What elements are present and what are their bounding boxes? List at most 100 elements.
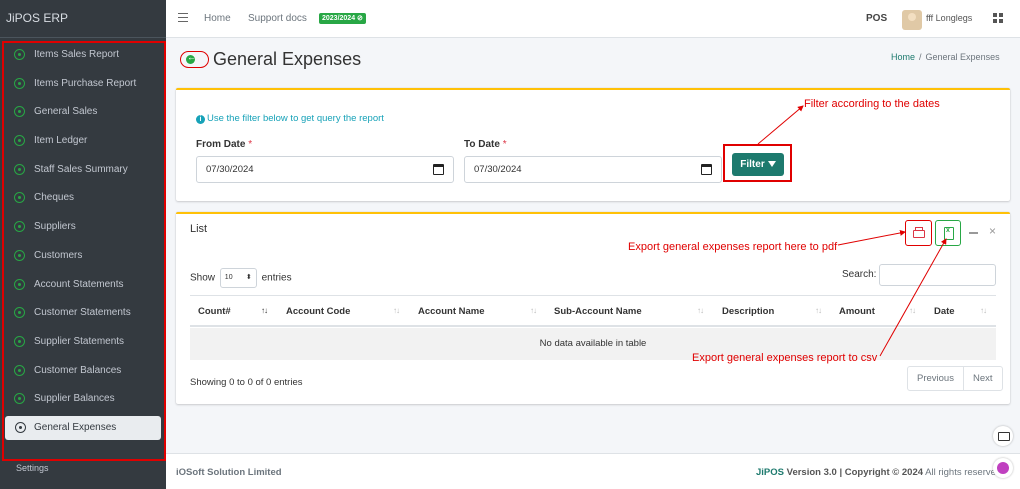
sidebar-item-label: Staff Sales Summary <box>34 164 128 175</box>
entries-select[interactable]: 10 ⬍ <box>219 268 257 288</box>
table-header: Count# ↑↓ Account Code ↑↓ Account Name ↑… <box>190 295 996 327</box>
export-csv-button[interactable] <box>935 220 961 246</box>
search-input[interactable] <box>879 264 996 286</box>
pdf-annotation: Export general expenses report here to p… <box>628 241 838 253</box>
entries-value: 10 <box>224 274 233 281</box>
entries-label: entries <box>261 272 292 284</box>
sidebar-item-customer-balances[interactable]: Customer Balances <box>8 360 158 382</box>
sidebar-item-cheques[interactable]: Cheques <box>8 187 158 209</box>
circle-icon <box>15 422 26 433</box>
column-header-account-name[interactable]: Account Name <box>418 306 485 317</box>
sidebar-item-label: Customer Balances <box>34 365 122 376</box>
filter-info: i Use the filter below to get query the r… <box>196 113 384 124</box>
column-header-description[interactable]: Description <box>722 306 774 317</box>
column-header-count[interactable]: Count# <box>198 306 231 317</box>
pagination-next[interactable]: Next <box>962 367 1002 390</box>
funnel-icon <box>767 161 776 168</box>
sort-icon[interactable]: ↑↓ <box>393 306 400 315</box>
minimize-icon[interactable] <box>969 232 978 234</box>
footer: iOSoft Solution Limited JiPOS Version 3.… <box>166 453 1020 489</box>
circle-icon <box>14 221 25 232</box>
calendar-icon[interactable] <box>701 164 712 175</box>
column-header-amount[interactable]: Amount <box>839 306 875 317</box>
circle-icon <box>14 192 25 203</box>
column-header-account-code[interactable]: Account Code <box>286 306 350 317</box>
to-date-value: 07/30/2024 <box>474 164 522 175</box>
sort-icon[interactable]: ↑↓ <box>815 306 822 315</box>
book-icon[interactable] <box>993 426 1013 446</box>
sidebar-item-label: General Sales <box>34 106 98 117</box>
circle-icon <box>14 135 25 146</box>
breadcrumb-separator: / <box>919 52 922 62</box>
from-date-label: From Date * <box>196 139 252 150</box>
circle-icon <box>14 250 25 261</box>
sidebar-item-label: Account Statements <box>34 279 124 290</box>
circle-icon <box>14 336 25 347</box>
avatar[interactable] <box>902 10 922 30</box>
footer-brand[interactable]: JiPOS <box>756 467 784 478</box>
sidebar-item-general-sales[interactable]: General Sales <box>8 101 158 123</box>
sidebar-item-label: Supplier Balances <box>34 393 115 404</box>
sort-icon[interactable]: ↑↓ <box>980 306 987 315</box>
sidebar-item-label: Customer Statements <box>34 307 131 318</box>
required-mark: * <box>248 139 253 150</box>
pagination-previous[interactable]: Previous <box>908 367 963 390</box>
sidebar-item-items-sales-report[interactable]: Items Sales Report <box>8 44 158 66</box>
footer-version: Version 3.0 <box>786 467 837 478</box>
sidebar-item-label: Suppliers <box>34 221 76 232</box>
nav-home-link[interactable]: Home <box>204 13 231 24</box>
to-date-input[interactable]: 07/30/2024 <box>464 156 722 183</box>
to-date-label: To Date * <box>464 139 507 150</box>
list-card: List × Show 10 ⬍ entries Search: Count# ↑… <box>176 212 1010 404</box>
footer-copyright: JiPOS Version 3.0 | Copyright © 2024 All… <box>756 467 1004 478</box>
sidebar-item-items-purchase-report[interactable]: Items Purchase Report <box>8 73 158 95</box>
column-header-sub-account-name[interactable]: Sub-Account Name <box>554 306 642 317</box>
from-date-input[interactable]: 07/30/2024 <box>196 156 454 183</box>
sidebar-item-item-ledger[interactable]: Item Ledger <box>8 130 158 152</box>
sidebar-item-supplier-statements[interactable]: Supplier Statements <box>8 331 158 353</box>
sort-asc-icon[interactable]: ↑↓ <box>261 306 268 315</box>
to-date-label-text: To Date <box>464 139 500 150</box>
sidebar-item-label: Cheques <box>34 192 75 203</box>
sidebar-item-label: General Expenses <box>34 422 117 433</box>
export-pdf-button[interactable] <box>905 220 932 246</box>
csv-annotation: Export general expenses report to csv <box>692 352 878 364</box>
menu-icon[interactable] <box>178 13 188 22</box>
column-header-date[interactable]: Date <box>934 306 955 317</box>
pagination: Previous Next <box>907 366 1003 391</box>
nav-support-docs-link[interactable]: Support docs <box>248 13 307 24</box>
sidebar-item-staff-sales-summary[interactable]: Staff Sales Summary <box>8 159 158 181</box>
sidebar-item-label: Supplier Statements <box>34 336 125 347</box>
sort-icon[interactable]: ↑↓ <box>530 306 537 315</box>
from-date-value: 07/30/2024 <box>206 164 254 175</box>
username[interactable]: fff Longlegs <box>926 13 972 23</box>
sidebar-item-customer-statements[interactable]: Customer Statements <box>8 302 158 324</box>
close-icon[interactable]: × <box>989 224 996 238</box>
sidebar-settings[interactable]: Settings <box>16 463 49 473</box>
filter-button[interactable]: Filter <box>732 153 784 176</box>
sidebar-item-label: Items Purchase Report <box>34 78 137 89</box>
apps-grid-icon[interactable] <box>993 13 1003 23</box>
sort-icon[interactable]: ↑↓ <box>909 306 916 315</box>
show-label: Show <box>190 272 216 284</box>
fiscal-year-badge[interactable]: 2023/2024 ⊘ <box>319 13 366 24</box>
from-date-label-text: From Date <box>196 139 246 150</box>
sort-icon[interactable]: ↑↓ <box>697 306 704 315</box>
filter-button-label: Filter <box>740 159 765 170</box>
sidebar-item-customers[interactable]: Customers <box>8 245 158 267</box>
top-navbar: Home Support docs 2023/2024 ⊘ POS fff Lo… <box>166 0 1020 38</box>
pos-link[interactable]: POS <box>866 13 887 24</box>
back-button[interactable] <box>180 51 209 68</box>
sidebar-item-account-statements[interactable]: Account Statements <box>8 274 158 296</box>
app-brand[interactable]: JiPOS ERP <box>0 0 166 38</box>
table-info: Showing 0 to 0 of 0 entries <box>190 377 303 388</box>
breadcrumb-home[interactable]: Home <box>891 52 915 62</box>
calendar-icon[interactable] <box>433 164 444 175</box>
sidebar-item-supplier-balances[interactable]: Supplier Balances <box>8 388 158 410</box>
assistant-icon[interactable] <box>993 458 1013 478</box>
sidebar-item-suppliers[interactable]: Suppliers <box>8 216 158 238</box>
circle-icon <box>14 49 25 60</box>
list-title: List <box>190 223 208 235</box>
footer-copyright-text: Copyright © 2024 <box>844 467 924 478</box>
sidebar-item-general-expenses[interactable]: General Expenses <box>5 416 161 440</box>
